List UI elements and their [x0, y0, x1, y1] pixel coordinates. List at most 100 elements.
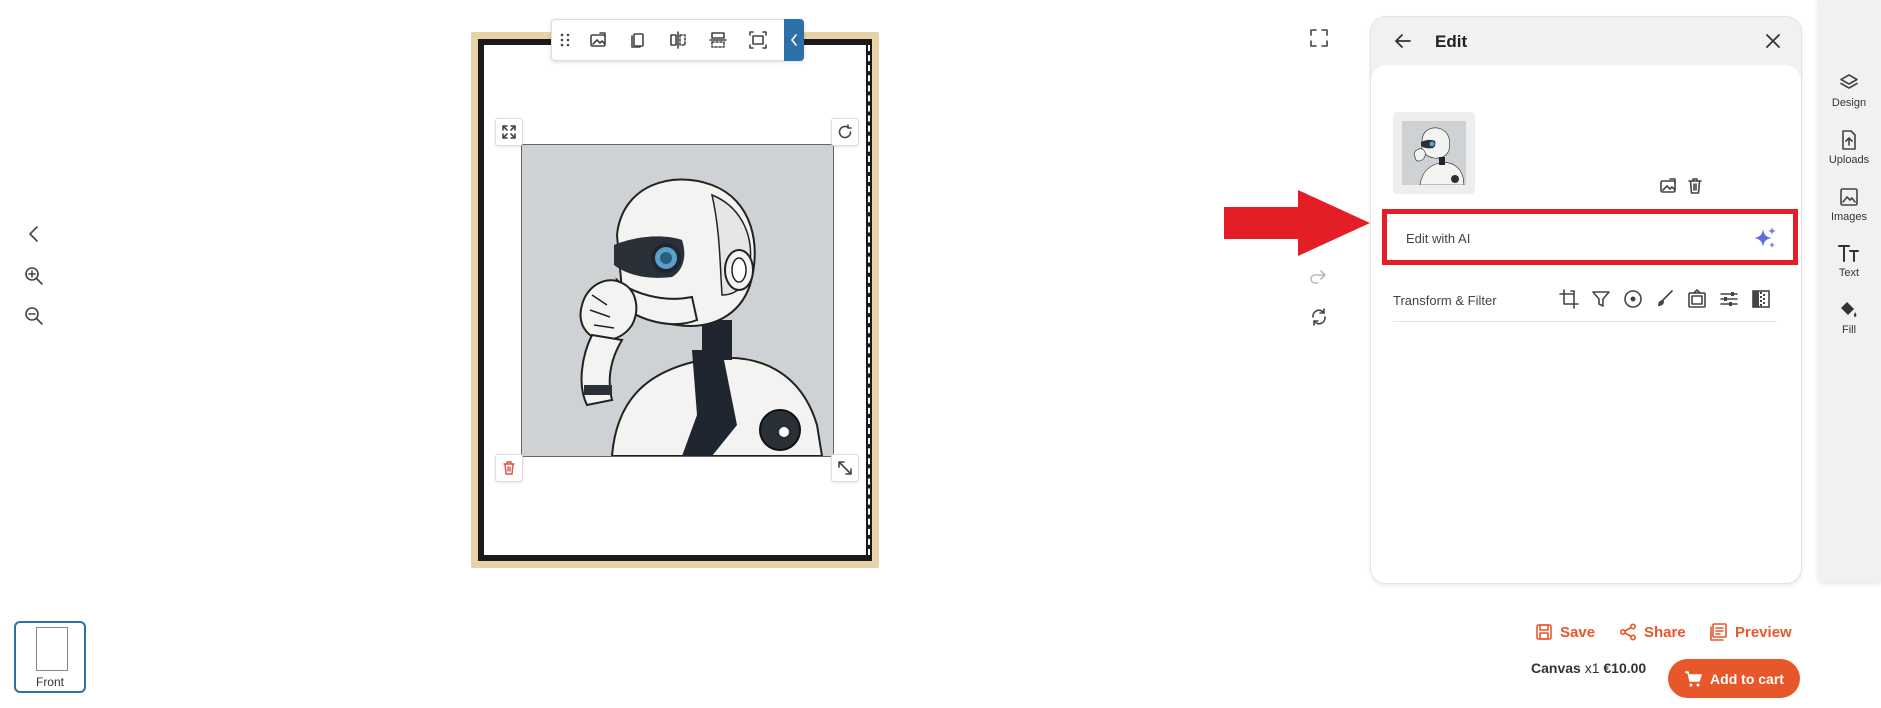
arrow-left-icon	[1395, 34, 1411, 48]
fullscreen-icon	[1310, 29, 1328, 47]
close-icon	[1766, 34, 1780, 48]
replace-image-button[interactable]	[1657, 175, 1679, 197]
edit-with-ai-button[interactable]: Edit with AI	[1382, 209, 1798, 265]
reset-button[interactable]	[1305, 303, 1333, 331]
selected-image-thumbnail[interactable]	[1393, 112, 1475, 194]
filter-button[interactable]	[1589, 287, 1613, 311]
rotate-handle[interactable]	[831, 118, 859, 146]
edit-panel-body: Edit with AI Transform & Filter	[1371, 65, 1801, 583]
panel-back-button[interactable]	[1391, 29, 1415, 53]
cart-icon	[1685, 670, 1702, 686]
collapse-chevron-icon	[790, 34, 797, 46]
zoom-out-icon	[25, 307, 43, 325]
sidebar-item-label: Images	[1830, 211, 1868, 223]
sidebar-item-label: Fill	[1841, 324, 1857, 336]
flip-vertical-icon	[709, 32, 727, 48]
preview-button[interactable]: Preview	[1710, 620, 1792, 644]
add-to-cart-button[interactable]: Add to cart	[1668, 659, 1800, 698]
crop-icon	[1559, 289, 1579, 309]
filter-icon	[1592, 291, 1610, 307]
flip-vertical-button[interactable]	[698, 20, 738, 60]
adjust-button[interactable]	[1717, 287, 1741, 311]
edit-panel-header: Edit	[1371, 17, 1801, 65]
bleed-line	[868, 45, 870, 555]
robot-illustration	[522, 145, 833, 456]
add-to-cart-label: Add to cart	[1710, 670, 1784, 687]
zoom-out-button[interactable]	[20, 302, 48, 330]
fit-to-frame-button[interactable]	[738, 20, 778, 60]
gradient-icon	[1752, 290, 1770, 308]
image-icon	[1840, 188, 1858, 206]
product-quantity: x1	[1584, 660, 1600, 676]
save-icon	[1536, 624, 1552, 640]
transform-filter-label: Transform & Filter	[1393, 293, 1497, 308]
focus-icon	[1624, 290, 1642, 308]
share-button[interactable]: Share	[1619, 620, 1686, 644]
trash-icon	[503, 461, 515, 475]
flip-horizontal-icon	[670, 31, 686, 49]
delete-image-button[interactable]	[1684, 175, 1706, 197]
canvas-back-button[interactable]	[20, 220, 48, 248]
right-sidebar: Design Uploads Images Text Fill	[1817, 0, 1881, 582]
image-toolbar	[551, 19, 804, 61]
redo-button[interactable]	[1305, 262, 1333, 290]
zoom-in-button[interactable]	[20, 262, 48, 290]
sidebar-item-uploads[interactable]: Uploads	[1817, 130, 1881, 180]
sidebar-item-label: Uploads	[1828, 154, 1870, 166]
text-icon	[1838, 245, 1859, 262]
robot-artwork-image[interactable]	[521, 144, 834, 457]
resize-icon	[838, 461, 852, 475]
product-name: Canvas	[1531, 660, 1581, 676]
zoom-in-icon	[25, 267, 43, 285]
adjust-icon	[1720, 292, 1738, 306]
flip-horizontal-button[interactable]	[658, 20, 698, 60]
gradient-button[interactable]	[1749, 287, 1773, 311]
sidebar-item-images[interactable]: Images	[1817, 187, 1881, 237]
frame-button[interactable]	[1685, 287, 1709, 311]
delete-handle[interactable]	[495, 454, 523, 482]
transform-filter-row: Transform & Filter	[1393, 277, 1777, 322]
sidebar-item-fill[interactable]: Fill	[1817, 300, 1881, 350]
toolbar-collapse-button[interactable]	[784, 19, 804, 61]
red-arrow-annotation	[1224, 190, 1370, 256]
trash-icon	[1688, 178, 1702, 194]
ai-sparkle-icon	[1754, 227, 1776, 248]
duplicate-icon	[631, 33, 644, 48]
panel-close-button[interactable]	[1761, 29, 1785, 53]
paint-bucket-icon	[1841, 302, 1857, 317]
frame-icon	[1688, 289, 1706, 308]
page-label: Front	[35, 675, 64, 689]
replace-image-icon	[1660, 178, 1676, 193]
resize-handle[interactable]	[831, 454, 859, 482]
drag-handle-button[interactable]	[552, 20, 578, 60]
sidebar-item-design[interactable]: Design	[1817, 73, 1881, 123]
preview-icon	[1710, 623, 1727, 641]
replace-image-button[interactable]	[578, 20, 618, 60]
panel-title: Edit	[1435, 32, 1468, 51]
sidebar-item-label: Text	[1838, 267, 1860, 279]
upload-icon	[1842, 130, 1856, 150]
replace-image-icon	[590, 32, 606, 47]
chevron-left-icon	[29, 226, 38, 242]
expand-handle[interactable]	[495, 118, 523, 146]
product-price: €10.00	[1603, 660, 1647, 676]
crop-button[interactable]	[1557, 287, 1581, 311]
save-button[interactable]: Save	[1535, 620, 1595, 644]
brush-button[interactable]	[1653, 287, 1677, 311]
duplicate-button[interactable]	[618, 20, 658, 60]
sidebar-item-text[interactable]: Text	[1817, 243, 1881, 293]
share-icon	[1619, 623, 1637, 641]
robot-thumbnail	[1402, 121, 1466, 185]
price-summary: Canvas x1 €10.00	[1531, 660, 1646, 676]
sidebar-item-label: Design	[1831, 97, 1867, 109]
share-label: Share	[1644, 623, 1686, 641]
fullscreen-button[interactable]	[1305, 24, 1333, 52]
layers-icon	[1840, 74, 1858, 89]
drag-handle-icon	[560, 33, 570, 47]
page-preview	[36, 627, 68, 671]
fit-to-frame-icon	[749, 31, 767, 49]
page-thumbnail-front[interactable]: Front	[14, 621, 86, 693]
edit-with-ai-label: Edit with AI	[1406, 231, 1471, 246]
focus-button[interactable]	[1621, 287, 1645, 311]
rotate-icon	[838, 124, 852, 139]
